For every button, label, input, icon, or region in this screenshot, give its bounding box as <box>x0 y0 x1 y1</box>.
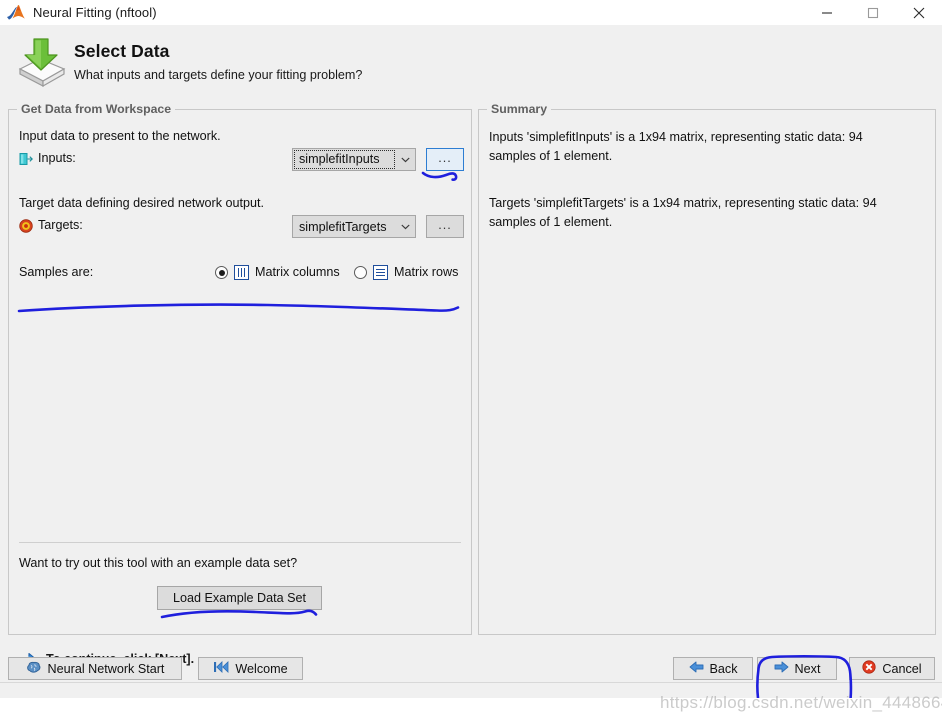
panel-legend-get-data: Get Data from Workspace <box>17 102 176 116</box>
chevron-down-icon <box>395 216 415 237</box>
get-data-from-workspace-panel: Get Data from Workspace Input data to pr… <box>8 102 472 635</box>
error-circle-icon <box>862 660 876 677</box>
input-description: Input data to present to the network. <box>19 129 221 143</box>
matrix-columns-icon <box>234 265 249 280</box>
welcome-button[interactable]: Welcome <box>198 657 303 680</box>
targets-select-value: simplefitTargets <box>299 219 387 234</box>
footer-separator <box>0 682 942 683</box>
arrow-right-icon <box>774 661 789 676</box>
arrow-left-icon <box>689 661 704 676</box>
minimize-button[interactable] <box>804 0 850 25</box>
input-port-icon <box>19 152 33 166</box>
close-button[interactable] <box>896 0 942 25</box>
watermark-text: https://blog.csdn.net/weixin_44486647 <box>660 693 942 712</box>
panel-legend-summary: Summary <box>487 102 552 116</box>
inputs-summary-text: Inputs 'simplefitInputs' is a 1x94 matri… <box>489 130 863 163</box>
radio-matrix-rows[interactable] <box>354 266 367 279</box>
summary-panel: Summary Inputs 'simplefitInputs' is a 1x… <box>478 102 936 635</box>
page-title: Select Data <box>74 41 170 61</box>
inputs-browse-button[interactable]: ... <box>426 148 464 171</box>
chevron-down-icon <box>395 149 415 170</box>
matlab-membrane-icon <box>6 4 26 22</box>
back-label: Back <box>709 661 738 676</box>
target-bullseye-icon <box>19 219 33 233</box>
next-button[interactable]: Next <box>757 657 837 680</box>
target-description: Target data defining desired network out… <box>19 196 265 210</box>
window-controls <box>804 0 942 25</box>
import-data-arrow-icon <box>12 33 72 89</box>
label-matrix-columns: Matrix columns <box>255 265 340 279</box>
cancel-label: Cancel <box>882 661 922 676</box>
brain-icon <box>26 661 42 677</box>
window-title: Neural Fitting (nftool) <box>33 5 157 20</box>
samples-are-label: Samples are: <box>19 265 94 279</box>
next-label: Next <box>794 661 821 676</box>
example-section-divider <box>19 542 461 543</box>
inputs-select[interactable]: simplefitInputs <box>292 148 416 171</box>
maximize-button[interactable] <box>850 0 896 25</box>
neural-network-start-label: Neural Network Start <box>47 661 165 676</box>
targets-browse-button[interactable]: ... <box>426 215 464 238</box>
load-example-data-set-button[interactable]: Load Example Data Set <box>157 586 322 610</box>
label-matrix-rows: Matrix rows <box>394 265 459 279</box>
targets-summary-text: Targets 'simplefitTargets' is a 1x94 mat… <box>489 196 877 229</box>
page-subtitle: What inputs and targets define your fitt… <box>74 68 363 82</box>
welcome-label: Welcome <box>235 661 288 676</box>
window-body: Select Data What inputs and targets defi… <box>0 25 942 712</box>
example-data-question: Want to try out this tool with an exampl… <box>19 556 298 570</box>
targets-select[interactable]: simplefitTargets <box>292 215 416 238</box>
page-header: Select Data What inputs and targets defi… <box>0 25 942 97</box>
inputs-label: Inputs: <box>38 151 76 165</box>
back-button[interactable]: Back <box>673 657 753 680</box>
neural-network-start-button[interactable]: Neural Network Start <box>8 657 182 680</box>
matrix-rows-icon <box>373 265 388 280</box>
inputs-select-value: simplefitInputs <box>294 150 395 169</box>
window-title-bar: Neural Fitting (nftool) <box>0 0 942 25</box>
skip-to-start-icon <box>213 661 229 676</box>
targets-label: Targets: <box>38 218 83 232</box>
cancel-button[interactable]: Cancel <box>849 657 935 680</box>
radio-matrix-columns[interactable] <box>215 266 228 279</box>
